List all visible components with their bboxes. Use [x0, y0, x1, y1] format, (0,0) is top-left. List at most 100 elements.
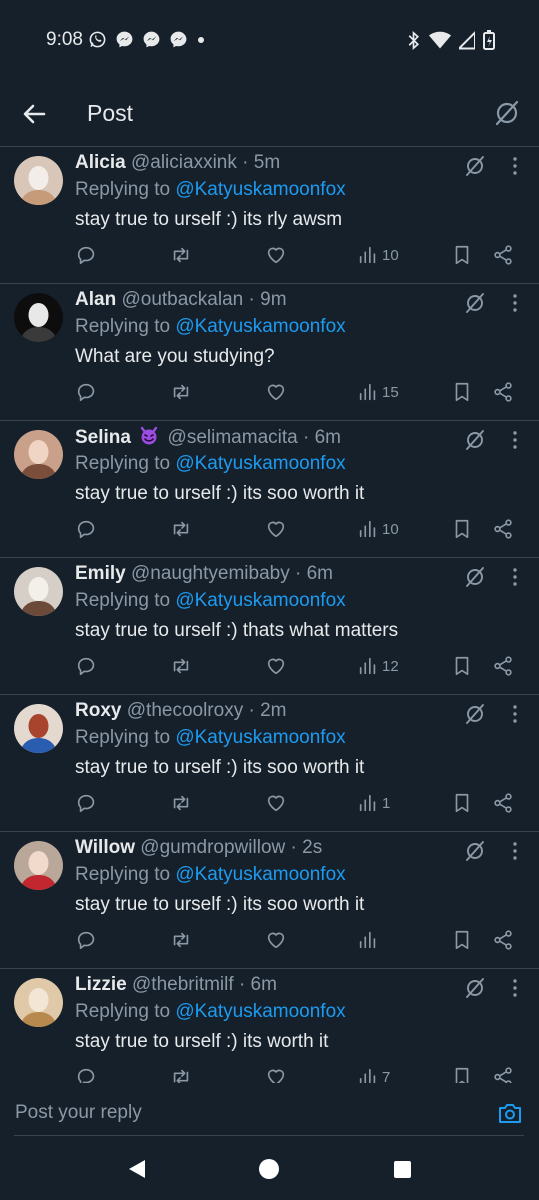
reply-button[interactable]	[76, 244, 98, 266]
reply-post[interactable]: Selina @selimamacita · 6m Replying to @K…	[0, 421, 539, 558]
reply-post[interactable]: Alicia @aliciaxxink · 5m Replying to @Ka…	[0, 147, 539, 284]
repost-button[interactable]	[170, 381, 192, 403]
mention-link[interactable]: @Katyuskamoonfox	[175, 864, 345, 885]
grok-icon[interactable]	[464, 840, 486, 862]
repost-button[interactable]	[170, 244, 192, 266]
display-name[interactable]: Lizzie	[75, 974, 127, 995]
grok-icon[interactable]	[464, 292, 486, 314]
more-options-icon[interactable]	[505, 566, 525, 588]
replies-feed[interactable]: Alicia @aliciaxxink · 5m Replying to @Ka…	[0, 147, 539, 1083]
display-name[interactable]: Alan	[75, 289, 116, 310]
nav-recents-icon[interactable]	[394, 1161, 411, 1178]
repost-button[interactable]	[170, 655, 192, 677]
back-arrow-icon[interactable]	[18, 98, 50, 130]
grok-icon[interactable]	[493, 99, 521, 127]
display-name[interactable]: Selina	[75, 427, 131, 448]
reply-button[interactable]	[76, 1066, 98, 1083]
avatar[interactable]	[14, 841, 63, 890]
display-name[interactable]: Alicia	[75, 152, 126, 173]
bookmark-button[interactable]	[451, 792, 473, 814]
reply-post[interactable]: Emily @naughtyemibaby · 6m Replying to @…	[0, 558, 539, 695]
user-handle[interactable]: @naughtyemibaby	[131, 563, 290, 584]
share-button[interactable]	[492, 244, 514, 266]
reply-button[interactable]	[76, 929, 98, 951]
reply-post[interactable]: Willow @gumdropwillow · 2s Replying to @…	[0, 832, 539, 969]
grok-icon[interactable]	[464, 155, 486, 177]
bookmark-button[interactable]	[451, 518, 473, 540]
avatar[interactable]	[14, 430, 63, 479]
user-handle[interactable]: @selimamacita	[168, 427, 298, 448]
nav-home-icon[interactable]	[259, 1159, 279, 1179]
views-button[interactable]: 1	[357, 792, 390, 814]
avatar[interactable]	[14, 704, 63, 753]
views-button[interactable]: 12	[357, 655, 399, 677]
user-handle[interactable]: @thecoolroxy	[127, 700, 243, 721]
views-button[interactable]: 15	[357, 381, 399, 403]
reply-post[interactable]: Alan @outbackalan · 9m Replying to @Katy…	[0, 284, 539, 421]
bookmark-button[interactable]	[451, 929, 473, 951]
bookmark-button[interactable]	[451, 244, 473, 266]
share-button[interactable]	[492, 1066, 514, 1083]
mention-link[interactable]: @Katyuskamoonfox	[175, 590, 345, 611]
nav-back-icon[interactable]	[127, 1159, 147, 1179]
more-options-icon[interactable]	[505, 977, 525, 999]
mention-link[interactable]: @Katyuskamoonfox	[175, 316, 345, 337]
bookmark-button[interactable]	[451, 1066, 473, 1083]
like-button[interactable]	[265, 1066, 287, 1083]
avatar[interactable]	[14, 567, 63, 616]
views-button[interactable]: 10	[357, 518, 399, 540]
user-handle[interactable]: @outbackalan	[121, 289, 243, 310]
more-options-icon[interactable]	[505, 155, 525, 177]
bookmark-button[interactable]	[451, 655, 473, 677]
reply-button[interactable]	[76, 655, 98, 677]
user-handle[interactable]: @aliciaxxink	[131, 152, 237, 173]
like-button[interactable]	[265, 381, 287, 403]
repost-button[interactable]	[170, 929, 192, 951]
reply-post[interactable]: Lizzie @thebritmilf · 6m Replying to @Ka…	[0, 969, 539, 1083]
like-button[interactable]	[265, 792, 287, 814]
avatar[interactable]	[14, 156, 63, 205]
grok-icon[interactable]	[464, 703, 486, 725]
reply-input[interactable]: Post your reply	[15, 1102, 142, 1124]
like-button[interactable]	[265, 655, 287, 677]
user-handle[interactable]: @thebritmilf	[132, 974, 234, 995]
mention-link[interactable]: @Katyuskamoonfox	[175, 179, 345, 200]
more-options-icon[interactable]	[505, 840, 525, 862]
more-options-icon[interactable]	[505, 429, 525, 451]
post-time: · 6m	[302, 427, 341, 448]
user-handle[interactable]: @gumdropwillow	[140, 837, 285, 858]
repost-button[interactable]	[170, 1066, 192, 1083]
repost-button[interactable]	[170, 518, 192, 540]
camera-icon[interactable]	[497, 1101, 523, 1125]
reply-button[interactable]	[76, 518, 98, 540]
like-button[interactable]	[265, 518, 287, 540]
more-options-icon[interactable]	[505, 703, 525, 725]
share-button[interactable]	[492, 792, 514, 814]
like-button[interactable]	[265, 244, 287, 266]
mention-link[interactable]: @Katyuskamoonfox	[175, 1001, 345, 1022]
bookmark-button[interactable]	[451, 381, 473, 403]
more-options-icon[interactable]	[505, 292, 525, 314]
reply-button[interactable]	[76, 792, 98, 814]
share-button[interactable]	[492, 929, 514, 951]
mention-link[interactable]: @Katyuskamoonfox	[175, 727, 345, 748]
share-button[interactable]	[492, 518, 514, 540]
display-name[interactable]: Roxy	[75, 700, 121, 721]
share-button[interactable]	[492, 655, 514, 677]
repost-button[interactable]	[170, 792, 192, 814]
grok-icon[interactable]	[464, 977, 486, 999]
grok-icon[interactable]	[464, 566, 486, 588]
views-button[interactable]: 10	[357, 244, 399, 266]
views-button[interactable]	[357, 929, 382, 951]
reply-post[interactable]: Roxy @thecoolroxy · 2m Replying to @Katy…	[0, 695, 539, 832]
reply-button[interactable]	[76, 381, 98, 403]
like-button[interactable]	[265, 929, 287, 951]
avatar[interactable]	[14, 293, 63, 342]
grok-icon[interactable]	[464, 429, 486, 451]
share-button[interactable]	[492, 381, 514, 403]
display-name[interactable]: Emily	[75, 563, 126, 584]
views-button[interactable]: 7	[357, 1066, 390, 1083]
display-name[interactable]: Willow	[75, 837, 135, 858]
mention-link[interactable]: @Katyuskamoonfox	[175, 453, 345, 474]
avatar[interactable]	[14, 978, 63, 1027]
